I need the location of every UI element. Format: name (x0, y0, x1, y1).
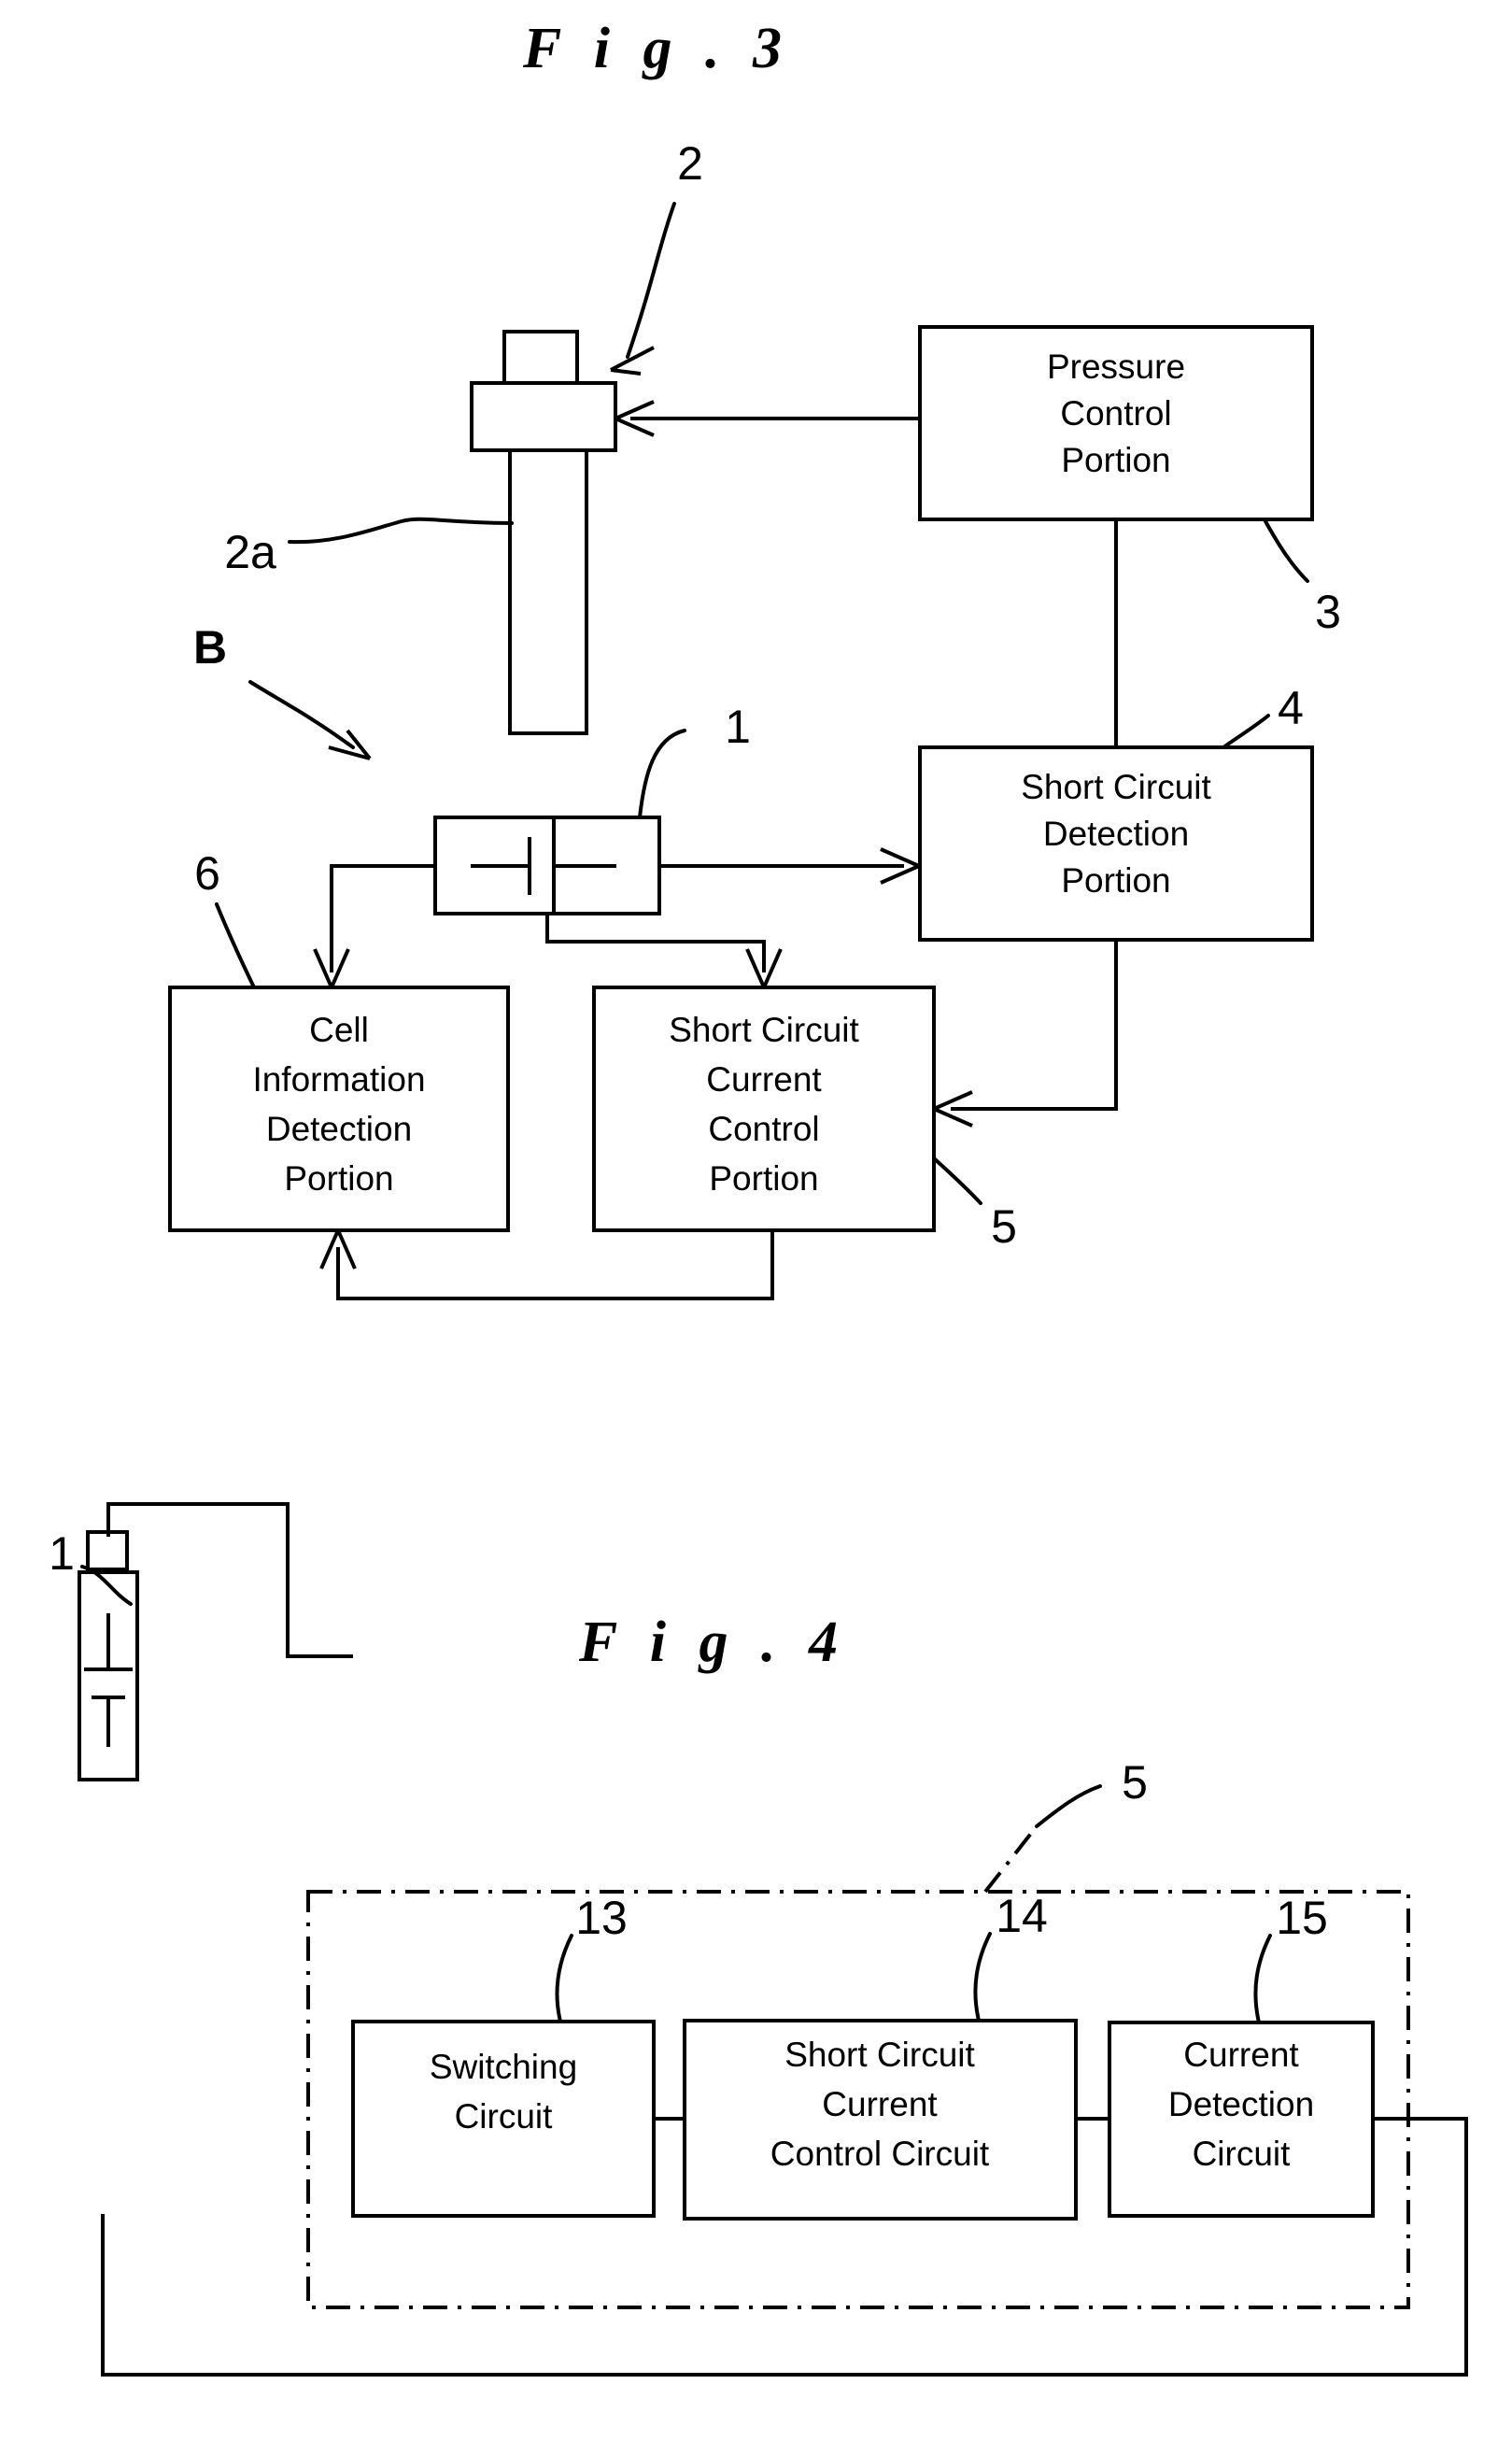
piston-shaft (508, 448, 588, 735)
ref-label-5-fig4: 5 (1122, 1756, 1148, 1809)
ref-leader-13 (555, 1934, 573, 2023)
box-pressure-control-line-3: Portion (1061, 441, 1170, 479)
ref-leader-14 (973, 1932, 992, 2022)
ref-leader-6 (215, 902, 256, 989)
patent-figure-sheet: F i g . 3 2 2a Pressure Control Portion … (0, 0, 1512, 2455)
box-cell-info-line-1: Cell (309, 1011, 369, 1049)
box-cell-info-line-2: Information (252, 1060, 425, 1099)
box-pressure-control-line-2: Control (1060, 394, 1171, 433)
ref-label-4: 4 (1278, 682, 1304, 734)
ref-leader-2a (288, 517, 514, 545)
ref-leader-15 (1253, 1934, 1272, 2024)
box-sc-detection-line-3: Portion (1061, 861, 1170, 900)
box-current-detection-line-3: Circuit (1193, 2135, 1292, 2173)
wire-sccc-feedback-to-cell-info (336, 1230, 774, 1300)
box-cell-info-line-4: Portion (284, 1159, 393, 1198)
box-switching-circuit-line-2: Circuit (455, 2097, 554, 2136)
figure-3: F i g . 3 2 2a Pressure Control Portion … (168, 17, 1341, 1300)
figure-4: F i g . 4 5 1 Switching Circuit Short Ci… (49, 1502, 1468, 2377)
box-sccc-line-1: Short Circuit (669, 1011, 859, 1049)
figure-3-title: F i g . 3 (522, 17, 791, 80)
ref-label-2: 2 (677, 137, 703, 190)
cell-symbol-box (433, 816, 661, 915)
piston-pressure-head (470, 381, 617, 452)
ref-label-15: 15 (1276, 1892, 1328, 1944)
box-current-detection-line-1: Current (1183, 2036, 1299, 2074)
box-switching-circuit-line-1: Switching (430, 2048, 577, 2086)
ref-leader-5-enclosure-tail (1035, 1784, 1102, 1828)
ref-label-6: 6 (194, 847, 220, 900)
box-sccc-line-2: Current (706, 1060, 822, 1099)
ref-leader-B (248, 680, 355, 749)
ref-leader-5-enclosure (983, 1824, 1039, 1894)
ref-label-3: 3 (1315, 586, 1341, 638)
box-sc-detection-line-1: Short Circuit (1021, 768, 1211, 806)
box-current-detection-line-2: Detection (1168, 2085, 1314, 2123)
box-sccc-line-4: Portion (709, 1159, 818, 1198)
ref-leader-5 (932, 1157, 982, 1205)
ref-label-13: 13 (575, 1892, 628, 1944)
box-sccc-circuit-line-2: Current (822, 2085, 938, 2123)
wire-detection-to-sccc (951, 940, 1118, 1111)
ref-label-1-fig4: 1 (49, 1527, 75, 1580)
ref-label-14: 14 (996, 1890, 1048, 1942)
ref-label-2a: 2a (224, 526, 276, 578)
ref-label-B: B (193, 621, 227, 674)
ref-leader-3 (1264, 519, 1309, 583)
box-sccc-line-3: Control (708, 1110, 819, 1148)
box-cell-info-line-3: Detection (266, 1110, 412, 1148)
box-sc-detection-line-2: Detection (1043, 815, 1189, 853)
piston-top-cap (502, 330, 579, 385)
wire-cell-to-switching-circuit (106, 1502, 353, 1658)
box-sccc-circuit-line-3: Control Circuit (770, 2135, 990, 2173)
ref-leader-2-arrowhead (610, 346, 655, 376)
box-sccc-circuit-line-1: Short Circuit (784, 2036, 975, 2074)
figure-4-title: F i g . 4 (578, 1611, 847, 1674)
ref-leader-1 (638, 729, 686, 819)
wire-cell-to-sccc (545, 914, 766, 972)
ref-leader-4 (1222, 714, 1270, 749)
box-pressure-control-line-1: Pressure (1047, 348, 1185, 386)
ref-label-1: 1 (725, 701, 751, 753)
ref-label-5: 5 (991, 1200, 1017, 1253)
ref-leader-2 (626, 202, 676, 359)
cell-terminal-cap (86, 1530, 129, 1571)
